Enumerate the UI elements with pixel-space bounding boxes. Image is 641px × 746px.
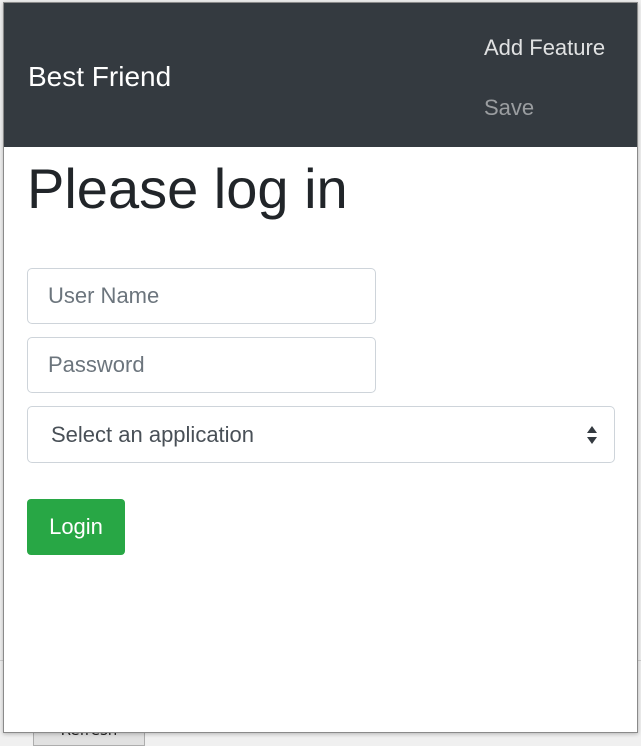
username-input[interactable]	[27, 268, 376, 324]
password-input[interactable]	[27, 337, 376, 393]
page-title: Please log in	[27, 157, 348, 220]
application-select-value: Select an application	[51, 422, 255, 447]
login-popup-window: Best Friend Add Feature Save Please log …	[3, 2, 638, 733]
application-select[interactable]: Select an application	[27, 406, 615, 463]
navbar-brand[interactable]: Best Friend	[28, 59, 171, 95]
add-feature-link[interactable]: Add Feature	[484, 34, 605, 62]
select-arrows-icon	[587, 426, 597, 444]
navbar: Best Friend Add Feature Save	[4, 3, 637, 147]
login-button[interactable]: Login	[27, 499, 125, 555]
save-link[interactable]: Save	[484, 94, 534, 122]
